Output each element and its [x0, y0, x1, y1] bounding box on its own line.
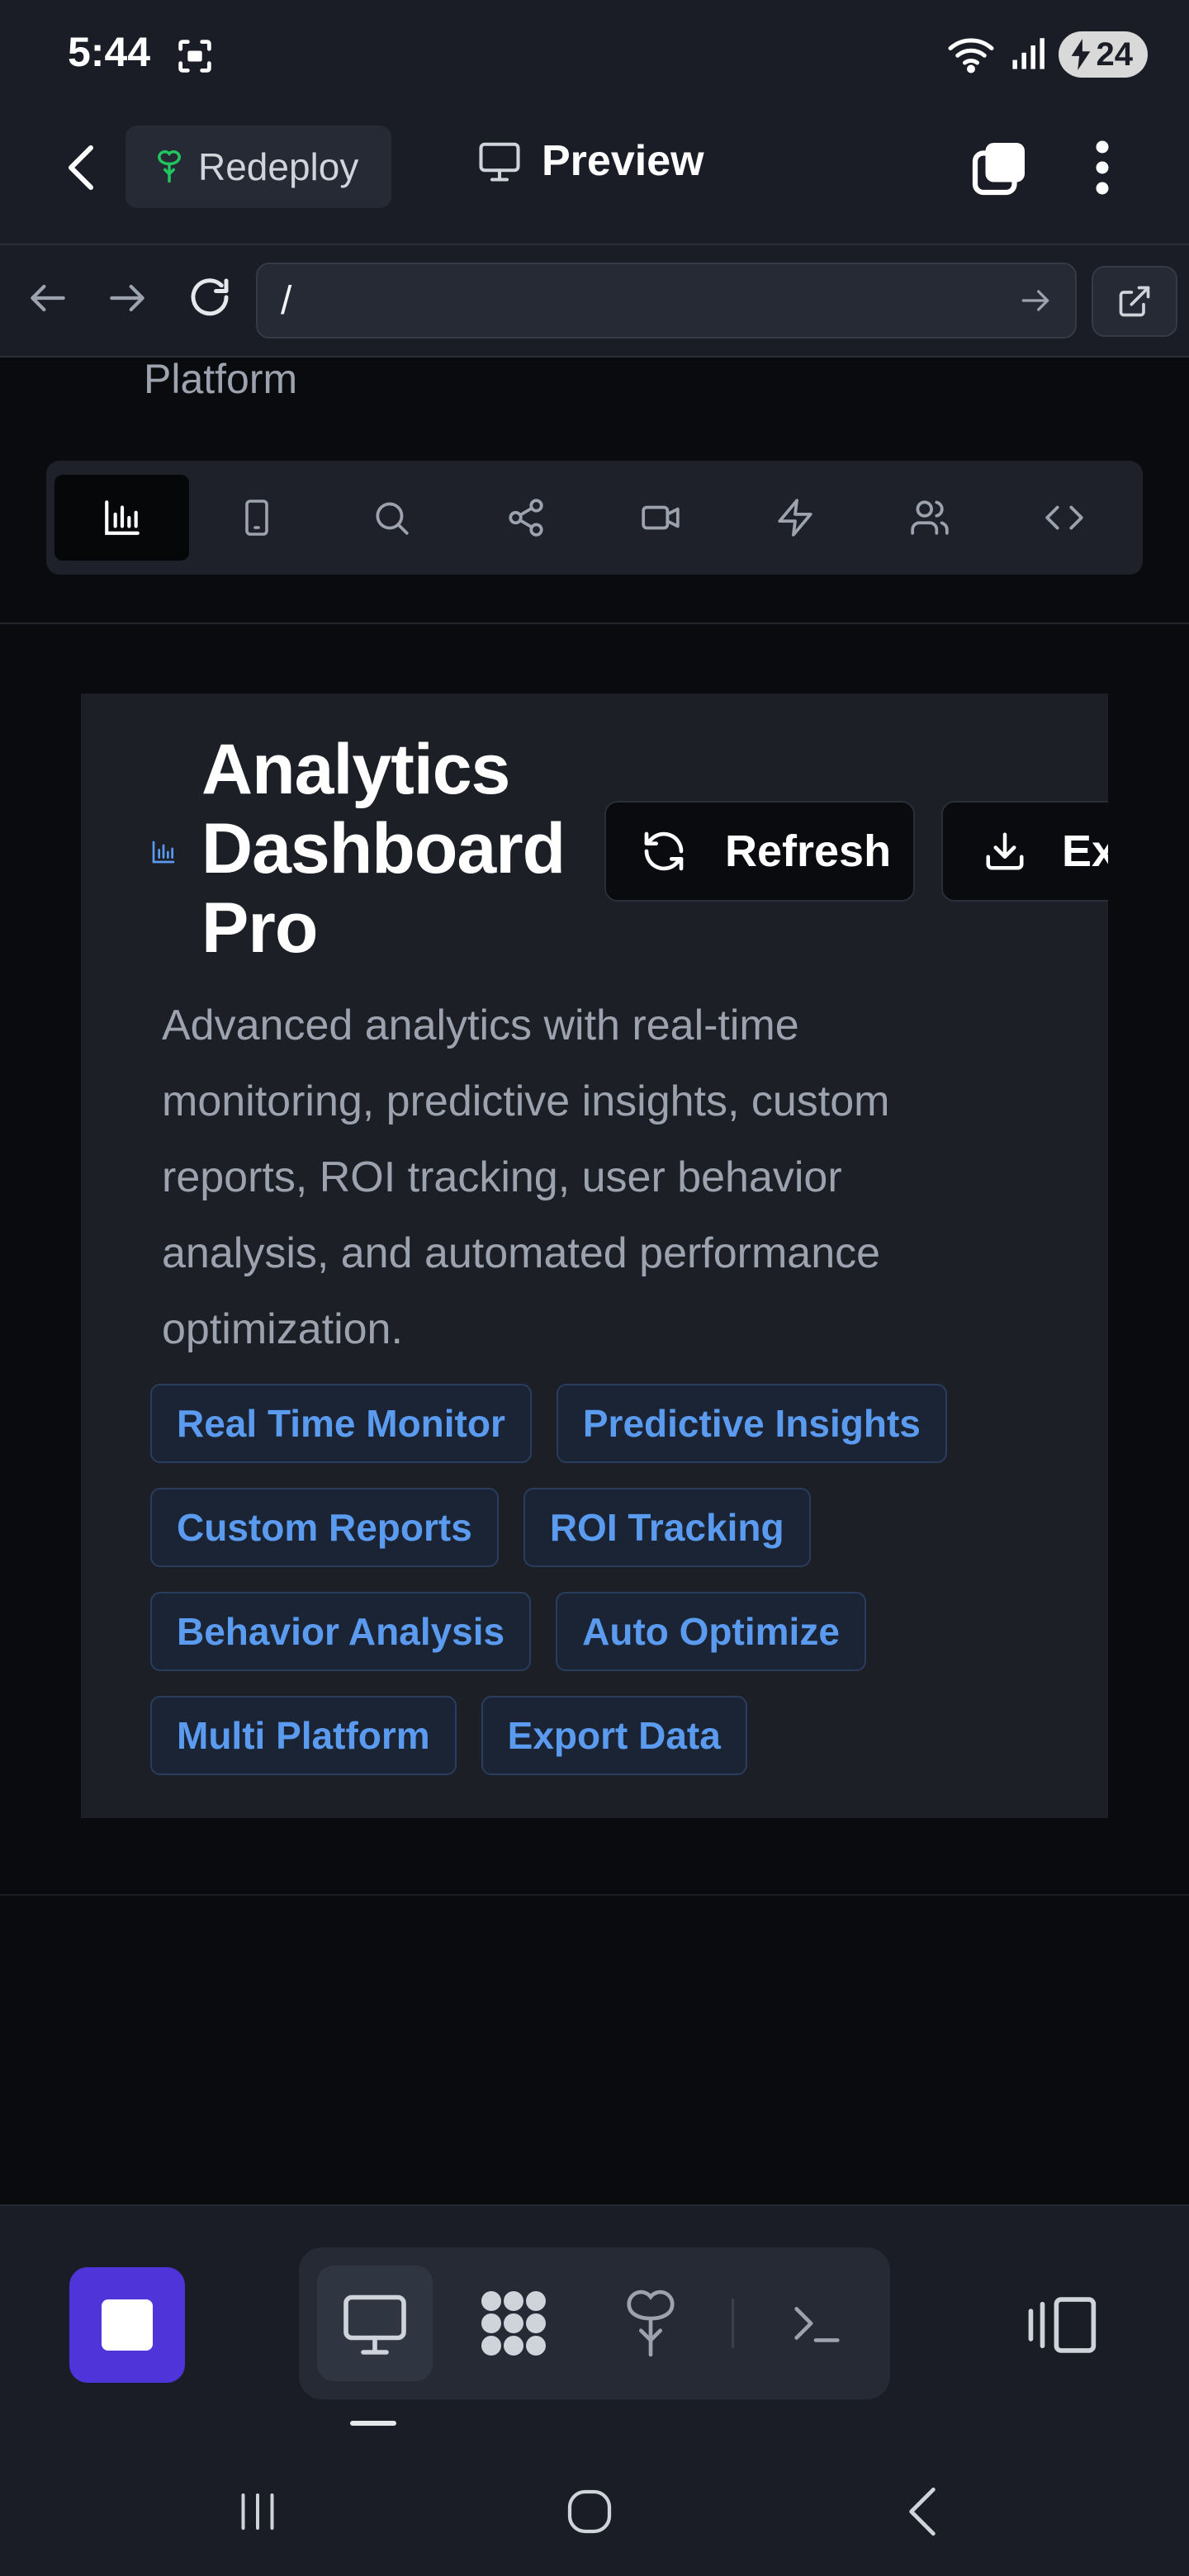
deploy-tree-icon	[157, 150, 182, 183]
tab-code[interactable]	[997, 475, 1131, 561]
tab-mobile[interactable]	[189, 475, 324, 561]
system-back-button[interactable]	[902, 2485, 943, 2538]
video-icon	[641, 505, 680, 530]
home-icon	[567, 2489, 612, 2534]
more-options-button[interactable]	[1082, 139, 1123, 197]
preview-tool-button[interactable]	[317, 2266, 433, 2381]
signal-icon	[1011, 38, 1045, 69]
panel-toggle-button[interactable]	[1024, 2292, 1098, 2358]
tag-chip: Behavior Analysis	[150, 1592, 532, 1671]
tabs-icon	[972, 143, 1025, 196]
home-button[interactable]	[563, 2485, 616, 2538]
bar-chart-icon	[104, 500, 140, 535]
export-button[interactable]: Export	[941, 801, 1108, 902]
terminal-tool-button[interactable]	[758, 2266, 874, 2381]
download-icon	[986, 832, 1024, 870]
charging-bolt-icon	[1071, 39, 1090, 70]
stop-button[interactable]	[69, 2267, 185, 2383]
reload-button[interactable]	[185, 272, 234, 322]
url-text: /	[281, 278, 292, 323]
deploy-icon	[627, 2290, 675, 2357]
arrow-right-icon	[110, 284, 144, 312]
tab-analytics[interactable]	[54, 475, 189, 561]
screenshot-icon	[173, 35, 216, 78]
tab-automation[interactable]	[727, 475, 862, 561]
share-icon	[508, 499, 543, 537]
redeploy-button[interactable]: Redeploy	[126, 125, 391, 208]
battery-indicator: 24	[1058, 31, 1148, 78]
active-tool-indicator	[350, 2421, 396, 2426]
more-vertical-icon	[1096, 140, 1109, 195]
export-button-clip: Export	[941, 801, 1108, 902]
tab-share[interactable]	[458, 475, 593, 561]
open-external-button[interactable]	[1092, 266, 1177, 337]
partial-text: Platform	[144, 356, 298, 402]
preview-label: Preview	[542, 137, 704, 185]
tag-chip: Auto Optimize	[556, 1592, 866, 1671]
preview-title: Preview	[477, 136, 704, 186]
url-input[interactable]: /	[256, 263, 1077, 339]
tag-chip: ROI Tracking	[523, 1488, 811, 1567]
tool-group	[299, 2247, 890, 2399]
tool-separator	[732, 2299, 734, 2348]
go-arrow-icon[interactable]	[1017, 282, 1054, 319]
recent-apps-icon	[241, 2493, 274, 2530]
apps-tool-button[interactable]	[456, 2266, 571, 2381]
terminal-icon	[794, 2307, 840, 2342]
tab-video[interactable]	[593, 475, 727, 561]
deploy-tool-button[interactable]	[593, 2266, 708, 2381]
redeploy-label: Redeploy	[198, 145, 359, 188]
export-label: Export	[1062, 826, 1108, 876]
tag-chip: Predictive Insights	[556, 1384, 947, 1463]
code-icon	[1045, 505, 1083, 530]
status-indicators: 24	[946, 31, 1148, 78]
chevron-left-icon	[69, 145, 93, 190]
tab-search[interactable]	[324, 475, 458, 561]
arrow-left-icon	[31, 284, 65, 312]
external-link-icon	[1119, 286, 1150, 317]
refresh-button[interactable]: Refresh	[604, 801, 915, 902]
wifi-icon	[948, 38, 993, 73]
page-empty-area	[0, 1896, 1189, 2204]
tabs-button[interactable]	[971, 139, 1029, 197]
tag-chip: Export Data	[481, 1696, 747, 1775]
section-divider	[0, 623, 1189, 624]
panel-layout-icon	[1028, 2297, 1097, 2353]
users-icon	[910, 500, 949, 535]
reload-icon	[191, 278, 229, 316]
lightning-icon	[777, 499, 812, 537]
smartphone-icon	[244, 500, 268, 536]
tab-users[interactable]	[862, 475, 997, 561]
feature-tags: Real Time Monitor Predictive Insights Cu…	[150, 1384, 1075, 1775]
browser-back-button[interactable]	[25, 275, 71, 321]
bar-chart-icon	[150, 839, 177, 865]
tag-chip: Real Time Monitor	[150, 1384, 532, 1463]
browser-forward-button[interactable]	[104, 275, 150, 321]
refresh-icon	[644, 831, 684, 871]
refresh-label: Refresh	[725, 826, 892, 876]
feature-icon-tabs	[46, 461, 1143, 575]
card-description: Advanced analytics with real-time monito…	[162, 1002, 890, 1353]
chevron-left-icon	[909, 2487, 936, 2536]
battery-level: 24	[1096, 36, 1134, 73]
back-button[interactable]	[58, 139, 104, 197]
stop-icon	[102, 2299, 153, 2351]
apps-grid-icon	[481, 2291, 546, 2356]
tag-chip: Multi Platform	[150, 1696, 457, 1775]
tag-chip: Custom Reports	[150, 1488, 499, 1567]
recent-apps-button[interactable]	[233, 2487, 282, 2536]
monitor-icon	[479, 142, 520, 182]
card-title: Analytics Dashboard Pro	[201, 730, 566, 968]
status-time: 5:44	[68, 29, 151, 75]
monitor-icon	[343, 2294, 406, 2355]
search-icon	[375, 502, 409, 535]
